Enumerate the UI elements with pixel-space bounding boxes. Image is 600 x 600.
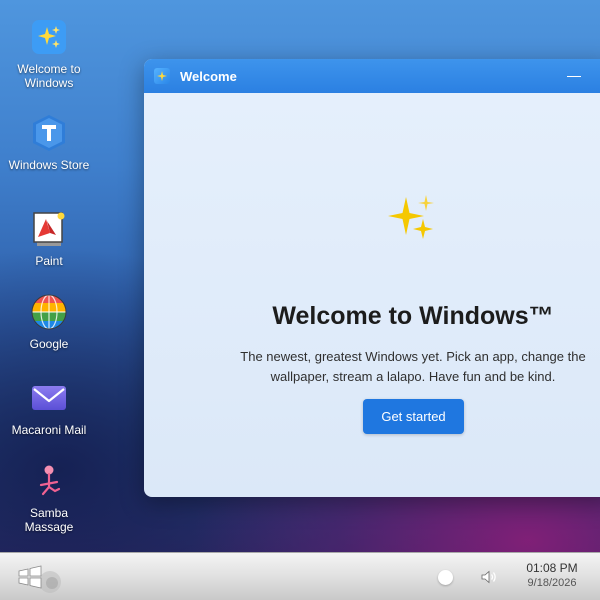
clock-date: 9/18/2026 [527, 577, 577, 589]
window-content: Welcome to Windows™ The newest, greatest… [144, 93, 600, 497]
desktop-icon-welcome[interactable]: Welcome to Windows [4, 17, 94, 90]
taskbar-clock[interactable]: 01:08 PM 9/18/2026 [512, 561, 592, 591]
welcome-description: The newest, greatest Windows yet. Pick a… [144, 347, 600, 387]
mail-envelope-icon [29, 378, 69, 418]
desktop-icon-label: Macaroni Mail [11, 423, 87, 437]
desktop-icon-label: Google [29, 337, 69, 351]
samba-figure-icon [29, 461, 69, 501]
store-shield-icon [29, 113, 69, 153]
desktop-icon-label: Windows Store [8, 158, 90, 172]
sparkles-icon [154, 68, 170, 84]
get-started-button[interactable]: Get started [363, 399, 464, 434]
desktop-icon-macaroni-mail[interactable]: Macaroni Mail [4, 378, 94, 437]
welcome-description-line: wallpaper, stream a lalapo. Have fun and… [270, 369, 556, 384]
window-title: Welcome [180, 68, 237, 84]
volume-icon[interactable] [481, 570, 498, 584]
minimize-button[interactable] [564, 69, 584, 83]
desktop-icon-label: Welcome to Windows [17, 62, 81, 90]
desktop-icon-label: Samba Massage [24, 506, 74, 534]
desktop-icon-paint[interactable]: Paint [4, 209, 94, 268]
start-button[interactable] [16, 562, 66, 594]
globe-icon [29, 292, 69, 332]
sparkles-icon [388, 195, 434, 239]
windows-logo-icon [18, 565, 61, 593]
window-title-bar[interactable]: Welcome [144, 59, 600, 93]
clock-time: 01:08 PM [526, 561, 578, 575]
paint-canvas-icon [29, 209, 69, 249]
desktop-icon-samba-massage[interactable]: Samba Massage [4, 461, 94, 534]
desktop: Welcome to Windows Windows Store Paint G… [0, 0, 600, 552]
welcome-window: Welcome Welcome to Windows™ The newest, … [144, 59, 600, 497]
welcome-description-line: The newest, greatest Windows yet. Pick a… [240, 349, 586, 364]
desktop-icon-windows-store[interactable]: Windows Store [4, 113, 94, 172]
sparkles-icon [29, 17, 69, 57]
taskbar: 01:08 PM 9/18/2026 [0, 552, 600, 600]
desktop-icon-google[interactable]: Google [4, 292, 94, 351]
welcome-heading: Welcome to Windows™ [272, 302, 554, 330]
desktop-icon-label: Paint [35, 254, 63, 268]
tray-status-icon[interactable] [438, 570, 453, 585]
